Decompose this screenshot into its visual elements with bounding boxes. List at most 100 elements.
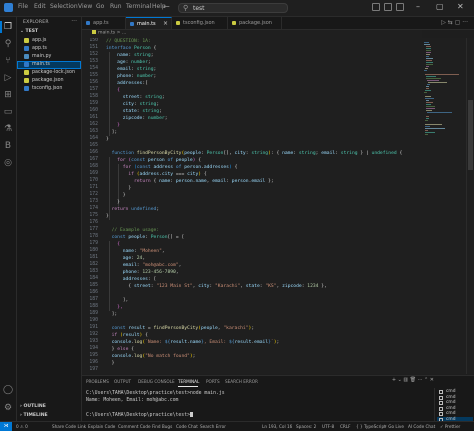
search-icon[interactable]: ⚲ <box>3 39 13 49</box>
outline-section[interactable]: › OUTLINE <box>20 404 46 409</box>
file-item[interactable]: main.ts <box>17 61 81 69</box>
panel-tab-ports[interactable]: PORTS <box>206 379 220 384</box>
close-window-icon[interactable]: ✕ <box>457 2 464 11</box>
menu-file[interactable]: File <box>18 3 28 10</box>
file-item[interactable]: package-lock.json <box>17 69 81 77</box>
status-item[interactable]: Code Chat <box>176 424 198 429</box>
editor-actions-icon[interactable]: ▷ ⇆ ▢ ··· <box>441 19 468 26</box>
line-number: 177 <box>89 227 98 232</box>
menu-go[interactable]: Go <box>96 3 104 10</box>
maximize-icon[interactable]: ▢ <box>436 2 444 11</box>
status-item[interactable]: Search Error <box>200 424 226 429</box>
code-token: zipcode <box>106 116 143 121</box>
run-debug-icon[interactable]: ▷ <box>3 73 13 83</box>
panel-toolbar[interactable]: + ⌄ ▥ 🗑 ··· ⌃ ✕ <box>392 377 434 383</box>
file-item[interactable]: package.json <box>17 77 81 85</box>
toggle-panel-icon[interactable] <box>384 3 392 11</box>
testing-icon[interactable]: ⚗ <box>3 124 13 134</box>
code-line: email: string; <box>106 66 156 73</box>
code-token: ; <box>192 354 196 359</box>
command-center-text: test <box>193 5 205 12</box>
timeline-section[interactable]: › TIMELINE <box>20 413 48 418</box>
code-token: string <box>136 67 154 72</box>
tab-app-ts[interactable]: app.ts <box>82 17 126 29</box>
status-right-item[interactable]: AI Code Chat <box>408 424 435 429</box>
code-token: people <box>184 151 201 156</box>
tab-package-json[interactable]: package.json <box>228 17 282 29</box>
file-item[interactable]: app.ts <box>17 45 81 53</box>
panel-tab-problems[interactable]: PROBLEMS <box>86 379 109 384</box>
toggle-sidebar-icon[interactable] <box>372 3 380 11</box>
toggle-secondary-sidebar-icon[interactable] <box>396 3 404 11</box>
file-item[interactable]: app.js <box>17 37 81 45</box>
terminal-icon <box>439 395 443 400</box>
status-right-item[interactable]: Ln 193, Col 16 <box>262 424 292 429</box>
code-editor[interactable]: 150 151 152 153 154 155 156 157 158 159 160 161 162 1… <box>82 38 422 374</box>
menu-terminal[interactable]: Terminal <box>126 3 151 10</box>
minimap-line <box>426 86 430 87</box>
line-number: 167 <box>89 157 98 162</box>
minimap-line <box>424 44 430 45</box>
terminal-instance-label: cmd <box>446 394 456 400</box>
minimap[interactable] <box>422 38 466 374</box>
code-area[interactable]: // QUESTION: 1A: interface Person { name:… <box>106 38 422 374</box>
status-right-item[interactable]: ✓ Prettier <box>440 424 460 429</box>
remote-explorer-icon[interactable]: ▭ <box>3 107 13 117</box>
new-terminal-icon[interactable]: + <box>392 377 396 383</box>
account-icon[interactable]: ◯ <box>3 385 13 395</box>
code-token: city <box>234 151 246 156</box>
status-right-item[interactable]: UTF-8 <box>322 424 334 429</box>
scrollbar-thumb[interactable] <box>468 100 473 170</box>
file-item[interactable]: tsconfig.json <box>17 85 81 93</box>
minimize-icon[interactable]: – <box>416 2 420 11</box>
minimap-line <box>425 118 429 119</box>
bito-icon[interactable]: B <box>3 141 13 151</box>
source-control-icon[interactable]: ⑂ <box>3 56 13 66</box>
command-center-search[interactable]: ⚲ test <box>178 3 288 13</box>
file-item[interactable]: main.py <box>17 53 81 61</box>
menu-selection[interactable]: Selection <box>50 3 78 10</box>
panel-tab-output[interactable]: OUTPUT <box>114 379 131 384</box>
code-token: { <box>396 151 403 156</box>
status-right-item[interactable]: CRLF <box>340 424 351 429</box>
status-right-item[interactable]: Spaces: 2 <box>296 424 316 429</box>
code-token: number <box>131 60 148 65</box>
line-number: 173 <box>89 199 98 204</box>
status-right-item[interactable]: { } TypeScript <box>356 424 386 429</box>
edge-devtools-icon[interactable]: ◎ <box>3 158 13 168</box>
close-tab-icon[interactable]: × <box>163 20 168 27</box>
file-name: main.py <box>32 54 52 59</box>
status-item[interactable]: Explain Code <box>88 424 115 429</box>
panel-tab-debug-console[interactable]: DEBUG CONSOLE <box>138 379 175 384</box>
menu-view[interactable]: View <box>78 3 92 10</box>
tab-tsconfig-json[interactable]: tsconfig.json <box>172 17 228 29</box>
menu-run[interactable]: Run <box>110 3 122 10</box>
panel-tab-search-error[interactable]: SEARCH ERROR <box>225 379 258 384</box>
terminal-instance-label: cmd <box>446 389 456 394</box>
code-token: , Email: <box>203 340 229 345</box>
status-item[interactable]: 0 ⚠ 0 <box>16 424 28 429</box>
vertical-scrollbar[interactable] <box>466 38 474 374</box>
breadcrumb[interactable]: main.ts > ... <box>82 30 422 38</box>
file-type-icon <box>232 21 236 25</box>
explorer-icon[interactable]: ❐ <box>3 22 13 32</box>
code-token: } <box>106 193 126 198</box>
extensions-icon[interactable]: ⊞ <box>3 90 13 100</box>
code-token: return <box>106 207 132 212</box>
folder-name: TEST <box>25 29 39 34</box>
status-right-item[interactable]: ⚡ Go Live <box>384 424 404 429</box>
menu-edit[interactable]: Edit <box>34 3 46 10</box>
manage-gear-icon[interactable]: ⚙ <box>3 403 13 413</box>
file-name: app.ts <box>32 46 47 51</box>
panel-tab-terminal[interactable]: TERMINAL <box>178 379 199 384</box>
status-item[interactable]: Share Code Link <box>52 424 86 429</box>
tab-main-ts[interactable]: main.ts × <box>126 17 172 29</box>
line-number: 156 <box>89 80 98 85</box>
folder-test[interactable]: ⌄ TEST <box>20 29 38 34</box>
outline-label: OUTLINE <box>23 404 46 409</box>
status-item[interactable]: Find Bugs <box>152 424 172 429</box>
status-item[interactable]: Comment Code <box>118 424 151 429</box>
more-actions-icon[interactable]: ··· <box>71 18 77 25</box>
nav-back-icon[interactable]: ← <box>163 2 170 11</box>
file-type-icon <box>24 38 29 43</box>
